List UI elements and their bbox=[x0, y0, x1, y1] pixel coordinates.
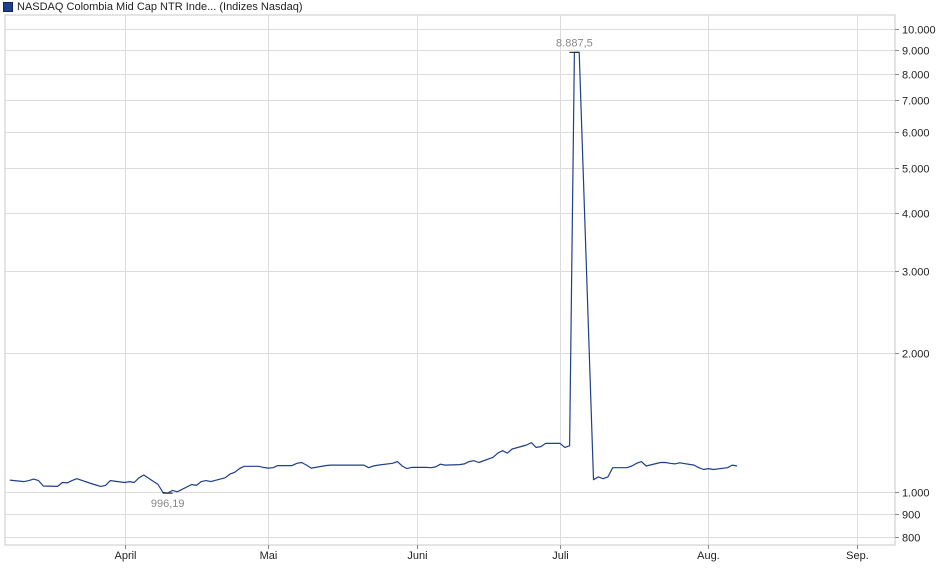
x-tick-label: Juni bbox=[407, 550, 427, 562]
y-tick-label: 9.000 bbox=[902, 46, 930, 58]
y-tick-label: 900 bbox=[902, 510, 920, 522]
line-chart: 800 900 1.000 2.000 3.000 4.000 5.000 6.000 7.00… bbox=[4, 14, 936, 562]
y-tick-label: 4.000 bbox=[902, 209, 930, 221]
max-label: 8.887,5 bbox=[556, 37, 593, 49]
y-tick-label: 8.000 bbox=[902, 70, 930, 82]
y-tick-label: 800 bbox=[902, 533, 920, 545]
min-label: 996,19 bbox=[151, 498, 185, 510]
x-tick-label: Sep. bbox=[846, 550, 869, 562]
y-tick-label: 6.000 bbox=[902, 128, 930, 140]
x-tick-label: April bbox=[114, 550, 136, 562]
x-tick-label: Aug. bbox=[697, 550, 720, 562]
y-tick-label: 3.000 bbox=[902, 267, 930, 279]
y-tick-label: 7.000 bbox=[902, 96, 930, 108]
x-tick-label: Mai bbox=[260, 550, 278, 562]
x-tick-label: Juli bbox=[552, 550, 569, 562]
chart-container: NASDAQ Colombia Mid Cap NTR Inde... (Ind… bbox=[0, 0, 940, 579]
y-tick-label: 2.000 bbox=[902, 349, 930, 361]
y-tick-label: 10.000 bbox=[902, 25, 936, 37]
y-tick-label: 5.000 bbox=[902, 164, 930, 176]
y-tick-label: 1.000 bbox=[902, 488, 930, 500]
